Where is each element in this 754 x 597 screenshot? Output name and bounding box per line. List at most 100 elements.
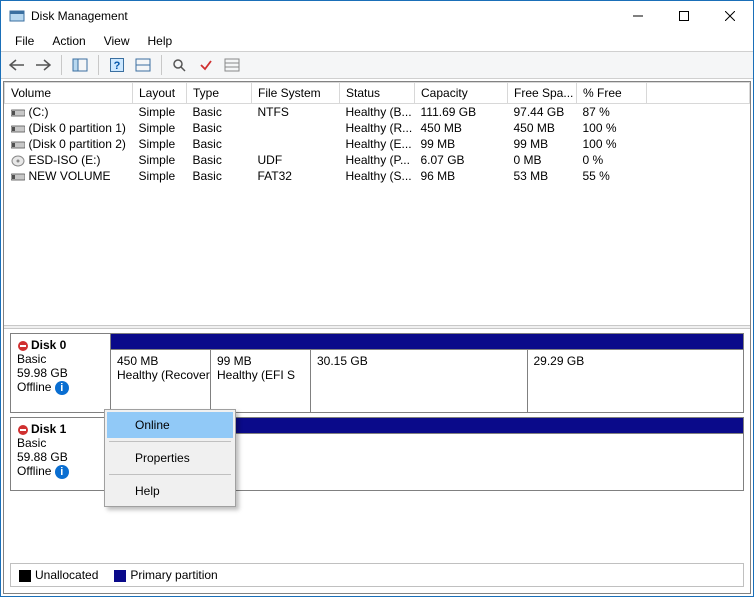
cell-capacity: 99 MB — [415, 136, 508, 152]
cell-status: Healthy (E... — [340, 136, 415, 152]
legend: Unallocated Primary partition — [10, 563, 744, 587]
cell-layout: Simple — [133, 168, 187, 184]
menu-action[interactable]: Action — [44, 32, 93, 50]
toolbar-layout-button[interactable] — [131, 54, 155, 76]
cell-fs: NTFS — [252, 104, 340, 121]
partition-size: 29.29 GB — [534, 354, 738, 368]
cell-pct: 0 % — [577, 152, 647, 168]
col-volume[interactable]: Volume — [5, 83, 133, 104]
forward-button[interactable] — [31, 54, 55, 76]
disk-state: Offline — [17, 380, 51, 394]
app-icon — [9, 8, 25, 24]
minimize-button[interactable] — [615, 1, 661, 31]
close-button[interactable] — [707, 1, 753, 31]
legend-unallocated: Unallocated — [19, 568, 98, 582]
col-capacity[interactable]: Capacity — [415, 83, 508, 104]
menu-view[interactable]: View — [96, 32, 138, 50]
disk-title: Disk 1 — [31, 422, 66, 436]
disk-header-0[interactable]: Disk 0 Basic 59.98 GB Offline i — [11, 334, 111, 412]
table-row[interactable]: (Disk 0 partition 1)SimpleBasicHealthy (… — [5, 120, 750, 136]
swatch-unallocated — [19, 570, 31, 582]
svg-text:?: ? — [114, 60, 121, 72]
context-help[interactable]: Help — [107, 478, 233, 504]
cell-pct: 100 % — [577, 120, 647, 136]
cell-capacity: 111.69 GB — [415, 104, 508, 121]
col-extra[interactable] — [647, 83, 750, 104]
partition[interactable]: 30.15 GB — [311, 350, 528, 412]
cell-capacity: 96 MB — [415, 168, 508, 184]
cell-pct: 100 % — [577, 136, 647, 152]
cell-status: Healthy (P... — [340, 152, 415, 168]
partition-status: Healthy (Recovery — [117, 368, 204, 382]
content-area: Volume Layout Type File System Status Ca… — [3, 81, 751, 594]
col-freespace[interactable]: Free Spa... — [508, 83, 577, 104]
partition[interactable]: 29.29 GB — [528, 350, 744, 412]
table-row[interactable]: (Disk 0 partition 2)SimpleBasicHealthy (… — [5, 136, 750, 152]
menu-help[interactable]: Help — [140, 32, 181, 50]
cell-fs — [252, 136, 340, 152]
back-button[interactable] — [5, 54, 29, 76]
titlebar[interactable]: Disk Management — [1, 1, 753, 31]
volume-name: (Disk 0 partition 1) — [29, 121, 126, 135]
col-filesystem[interactable]: File System — [252, 83, 340, 104]
col-pctfree[interactable]: % Free — [577, 83, 647, 104]
cell-layout: Simple — [133, 152, 187, 168]
cell-free: 53 MB — [508, 168, 577, 184]
volume-icon — [11, 171, 25, 181]
cell-fs: FAT32 — [252, 168, 340, 184]
maximize-button[interactable] — [661, 1, 707, 31]
context-properties[interactable]: Properties — [107, 445, 233, 471]
cell-capacity: 6.07 GB — [415, 152, 508, 168]
cell-free: 450 MB — [508, 120, 577, 136]
disk-error-icon — [17, 424, 29, 436]
cell-free: 97.44 GB — [508, 104, 577, 121]
partition-size: 450 MB — [117, 354, 204, 368]
disk-row-0[interactable]: Disk 0 Basic 59.98 GB Offline i 450 MBHe… — [10, 333, 744, 413]
menu-file[interactable]: File — [7, 32, 42, 50]
disk-error-icon — [17, 340, 29, 352]
volume-name: NEW VOLUME — [29, 169, 111, 183]
cell-layout: Simple — [133, 104, 187, 121]
volume-name: (Disk 0 partition 2) — [29, 137, 126, 151]
context-separator — [109, 474, 231, 475]
context-online[interactable]: Online — [107, 412, 233, 438]
refresh-button[interactable] — [168, 54, 192, 76]
volume-icon — [11, 139, 25, 149]
table-header-row: Volume Layout Type File System Status Ca… — [5, 83, 750, 104]
cell-fs — [252, 120, 340, 136]
cell-type: Basic — [187, 104, 252, 121]
partition[interactable]: 99 MBHealthy (EFI S — [211, 350, 311, 412]
col-type[interactable]: Type — [187, 83, 252, 104]
disk-size: 59.88 GB — [17, 450, 104, 464]
context-menu: Online Properties Help — [104, 409, 236, 507]
table-row[interactable]: (C:)SimpleBasicNTFSHealthy (B...111.69 G… — [5, 104, 750, 121]
info-icon[interactable]: i — [55, 381, 69, 395]
volume-table: Volume Layout Type File System Status Ca… — [4, 82, 750, 184]
legend-primary: Primary partition — [114, 568, 217, 582]
help-button[interactable]: ? — [105, 54, 129, 76]
cell-type: Basic — [187, 120, 252, 136]
col-layout[interactable]: Layout — [133, 83, 187, 104]
partition-status: Healthy (EFI S — [217, 368, 304, 382]
info-icon[interactable]: i — [55, 465, 69, 479]
toolbar-list-button[interactable] — [220, 54, 244, 76]
volume-name: ESD-ISO (E:) — [29, 153, 101, 167]
toolbar-separator — [98, 55, 99, 75]
toolbar-separator — [61, 55, 62, 75]
toolbar-check-button[interactable] — [194, 54, 218, 76]
context-separator — [109, 441, 231, 442]
cell-type: Basic — [187, 168, 252, 184]
table-row[interactable]: ESD-ISO (E:)SimpleBasicUDFHealthy (P...6… — [5, 152, 750, 168]
col-status[interactable]: Status — [340, 83, 415, 104]
cell-status: Healthy (B... — [340, 104, 415, 121]
menubar: File Action View Help — [1, 31, 753, 51]
toolbar: ? — [1, 51, 753, 79]
disk-header-1[interactable]: Disk 1 Basic 59.88 GB Offline i — [11, 418, 111, 490]
partition[interactable]: 450 MBHealthy (Recovery — [111, 350, 211, 412]
cell-layout: Simple — [133, 136, 187, 152]
disk-type: Basic — [17, 352, 104, 366]
table-row[interactable]: NEW VOLUMESimpleBasicFAT32Healthy (S...9… — [5, 168, 750, 184]
cell-type: Basic — [187, 152, 252, 168]
toolbar-view-button[interactable] — [68, 54, 92, 76]
volume-list[interactable]: Volume Layout Type File System Status Ca… — [4, 82, 750, 325]
